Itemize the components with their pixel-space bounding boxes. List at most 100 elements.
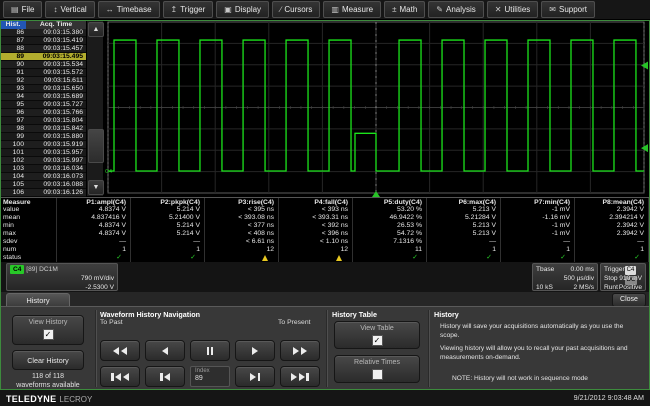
panel-divider (326, 310, 328, 387)
fast-forward-button[interactable] (280, 340, 320, 361)
menu-timebase[interactable]: ↔Timebase (98, 1, 160, 18)
table-row[interactable]: 10409:03:16.073 (0, 173, 86, 181)
view-history-button[interactable]: View History ✓ (12, 315, 84, 345)
relative-times-button[interactable]: Relative Times (334, 355, 420, 383)
measure-mean: < 393.08 ns (205, 214, 279, 222)
channel-scale: 790 mV/div (10, 274, 114, 283)
menu-file[interactable]: ▤File (3, 1, 42, 18)
hist-index: 93 (0, 85, 27, 92)
menu-math[interactable]: ±Math (384, 1, 425, 18)
status-bar: TELEDYNELECROY 9/21/2012 9:03:48 AM (0, 389, 650, 406)
measure-num: 1 (427, 246, 501, 254)
table-row[interactable]: 9509:03:15.727 (0, 101, 86, 109)
view-table-checkbox[interactable]: ✓ (372, 335, 383, 346)
view-history-checkbox[interactable]: ✓ (43, 329, 54, 340)
skip-to-start-button[interactable] (100, 366, 140, 387)
scrollbar-thumb[interactable] (88, 129, 104, 163)
table-row[interactable]: 8709:03:15.419 (0, 37, 86, 45)
measure-max: 54.72 % (353, 230, 427, 238)
table-row[interactable]: 10609:03:16.126 (0, 189, 86, 197)
history-table-scrollbar[interactable]: ▲ ▼ (86, 20, 104, 197)
measure-value: 53.20 % (353, 206, 427, 214)
measure-num: 1 (131, 246, 205, 254)
ruler-icon: ▥ (331, 6, 339, 14)
close-button[interactable]: Close (612, 293, 646, 307)
table-row[interactable]: 9209:03:15.611 (0, 77, 86, 85)
measure-num: 1 (501, 246, 575, 254)
fast-rewind-button[interactable] (100, 340, 140, 361)
measure-row-label: min (0, 222, 57, 230)
history-table-header: Hist. Acq. Time (0, 20, 86, 29)
menu-analysis[interactable]: ✎Analysis (428, 1, 484, 18)
scroll-up-icon[interactable]: ▲ (88, 22, 104, 37)
measure-min: -1 mV (501, 222, 575, 230)
table-row[interactable]: 8909:03:15.495 (0, 53, 86, 61)
table-row[interactable]: 10309:03:16.034 (0, 165, 86, 173)
measure-num: 1 (575, 246, 649, 254)
table-row[interactable]: 10109:03:15.957 (0, 149, 86, 157)
table-row[interactable]: 9709:03:15.804 (0, 117, 86, 125)
table-row[interactable]: 9809:03:15.842 (0, 125, 86, 133)
measure-value: < 393 ns (279, 206, 353, 214)
table-row[interactable]: 8609:03:15.380 (0, 29, 86, 37)
acq-time: 09:03:16.088 (27, 181, 86, 188)
info-text-2: Viewing history will allow you to recall… (440, 345, 644, 362)
relative-times-checkbox[interactable] (372, 369, 383, 380)
menu-display[interactable]: ▣Display (216, 1, 269, 18)
wrench-icon: ✕ (495, 6, 502, 14)
timebase-delay: 0.00 ms (571, 265, 594, 274)
history-table-rows: 8609:03:15.3808709:03:15.4198809:03:15.4… (0, 29, 86, 197)
menu-cursors[interactable]: ∕Cursors (272, 1, 320, 18)
acq-time: 09:03:15.842 (27, 125, 86, 132)
measure-max: 5.213 V (427, 230, 501, 238)
trigger-descriptor[interactable]: Trigger C4DC Stop 910 mV Runt Positive (600, 263, 646, 291)
tab-history[interactable]: History (6, 293, 70, 307)
table-row[interactable]: 9109:03:15.572 (0, 69, 86, 77)
history-acquisition-table[interactable]: Hist. Acq. Time 8609:03:15.3808709:03:15… (0, 20, 86, 197)
acq-time: 09:03:15.650 (27, 85, 86, 92)
table-row[interactable]: 9309:03:15.650 (0, 85, 86, 93)
speech-bubble-icon: ✉ (549, 6, 556, 14)
measure-max: 5.214 V (131, 230, 205, 238)
warning-icon (262, 255, 268, 261)
measure-mean: 5.21400 V (131, 214, 205, 222)
table-row[interactable]: 10209:03:15.997 (0, 157, 86, 165)
measure-status (279, 254, 353, 262)
table-row[interactable]: 10509:03:16.088 (0, 181, 86, 189)
menu-measure[interactable]: ▥Measure (323, 1, 381, 18)
hist-index: 104 (0, 173, 27, 180)
table-row[interactable]: 10009:03:15.919 (0, 141, 86, 149)
scroll-down-icon[interactable]: ▼ (88, 180, 104, 195)
table-row[interactable]: 8809:03:15.457 (0, 45, 86, 53)
step-back-button[interactable] (145, 366, 185, 387)
play-backward-button[interactable] (145, 340, 185, 361)
table-row[interactable]: 9609:03:15.766 (0, 109, 86, 117)
waveform-grid: C4 (104, 20, 650, 197)
step-forward-button[interactable] (235, 366, 275, 387)
measure-mean: 2.394214 V (575, 214, 649, 222)
menu-vertical[interactable]: ↕Vertical (45, 1, 94, 18)
menu-support[interactable]: ✉Support (541, 1, 595, 18)
pause-button[interactable] (190, 340, 230, 361)
table-row[interactable]: 9909:03:15.880 (0, 133, 86, 141)
play-forward-button[interactable] (235, 340, 275, 361)
table-row[interactable]: 9009:03:15.534 (0, 61, 86, 69)
view-table-button[interactable]: View Table ✓ (334, 321, 420, 349)
menu-utilities[interactable]: ✕Utilities (487, 1, 538, 18)
clear-history-button[interactable]: Clear History (12, 350, 84, 370)
table-row[interactable]: 9409:03:15.689 (0, 93, 86, 101)
channel-c4-descriptor[interactable]: C4 [89] DC1M 790 mV/div -2.5300 V (6, 263, 118, 291)
skip-to-end-button[interactable] (280, 366, 320, 387)
waveform-display[interactable]: C4 (104, 20, 650, 197)
timebase-descriptor[interactable]: Tbase 0.00 ms 500 µs/div 10 kS 2 MS/s (532, 263, 598, 291)
monitor-icon: ▣ (224, 6, 232, 14)
menu-trigger[interactable]: ↥Trigger (163, 1, 214, 18)
acq-time: 09:03:15.689 (27, 93, 86, 100)
measure-mean: -1.16 mV (501, 214, 575, 222)
index-field[interactable]: Index 89 (190, 366, 230, 387)
to-past-label: To Past (100, 319, 123, 326)
measure-table: MeasureP1:ampl(C4)P2:pkpk(C4)P3:rise(C4)… (0, 197, 650, 262)
warning-icon (336, 255, 342, 261)
hist-index: 102 (0, 157, 27, 164)
measure-grid: MeasureP1:ampl(C4)P2:pkpk(C4)P3:rise(C4)… (0, 198, 650, 262)
